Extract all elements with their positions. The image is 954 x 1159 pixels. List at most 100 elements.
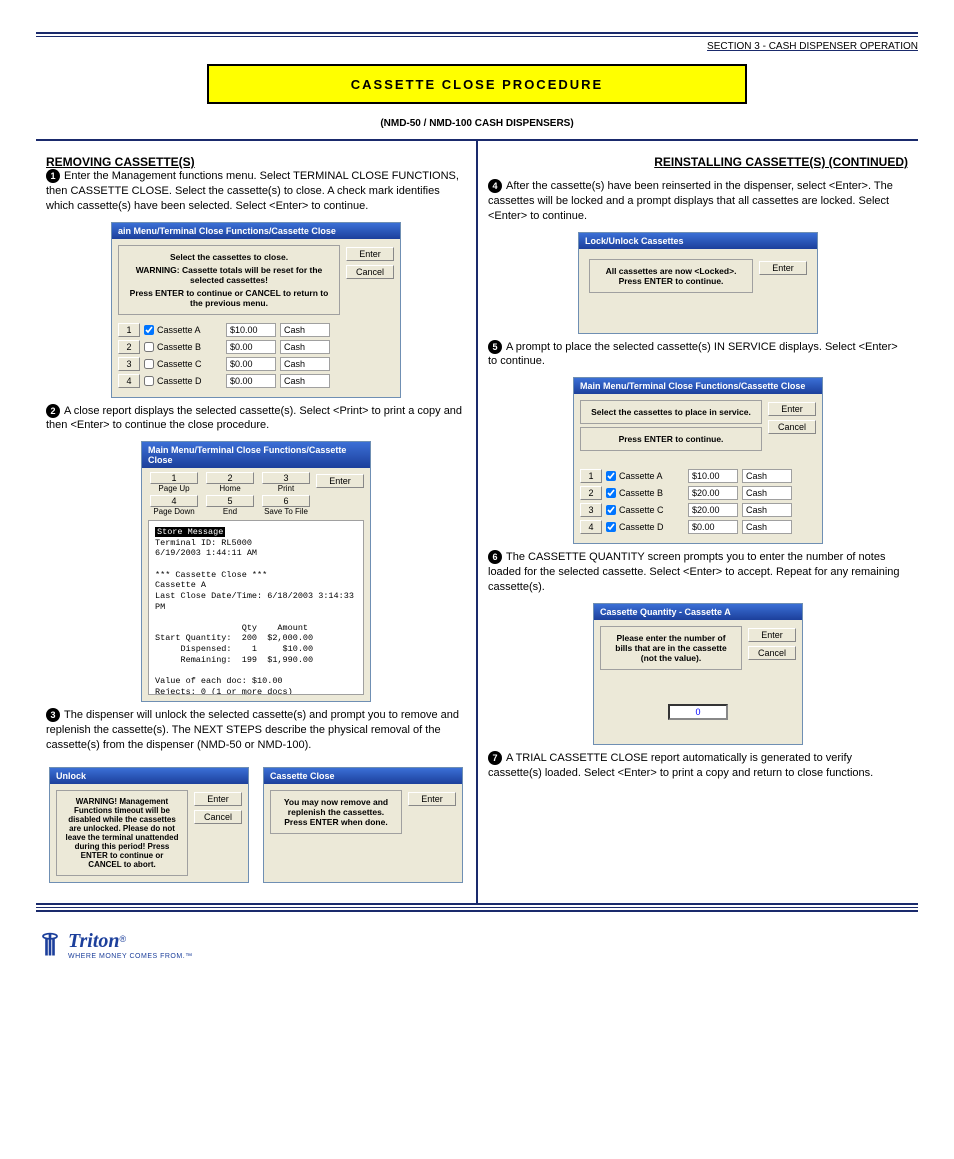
enter-button[interactable]: Enter (408, 792, 456, 806)
right-section-title: REINSTALLING CASSETTE(S) (CONTINUED) (488, 155, 908, 169)
dialog-msg: Select the cassettes to place in service… (580, 400, 762, 424)
row-selector[interactable]: 1 (118, 323, 140, 337)
row-selector[interactable]: 4 (118, 374, 140, 388)
row-selector[interactable]: 3 (118, 357, 140, 371)
cassette-row: 3 Cassette C $20.00 Cash (580, 503, 816, 517)
toolbar-key[interactable]: 5 (206, 495, 254, 507)
enter-button[interactable]: Enter (759, 261, 807, 275)
cassette-checkbox[interactable]: Cassette A (144, 325, 222, 335)
enter-button[interactable]: Enter (748, 628, 796, 642)
right-column: REINSTALLING CASSETTE(S) (CONTINUED) 4Af… (478, 141, 918, 903)
toolbar-label: Print (260, 484, 312, 493)
cassette-checkbox[interactable]: Cassette B (606, 488, 684, 498)
cassette-type: Cash (742, 486, 792, 500)
row-selector[interactable]: 2 (580, 486, 602, 500)
cassette-value: $20.00 (688, 486, 738, 500)
dialog-unlock: Unlock WARNING! Management Functions tim… (49, 767, 249, 883)
toolbar-key[interactable]: 4 (150, 495, 198, 507)
left-column: REMOVING CASSETTE(S) 1Enter the Manageme… (36, 141, 478, 903)
toolbar-key[interactable]: 1 (150, 472, 198, 484)
window-titlebar: Unlock (50, 768, 248, 784)
dialog-msg2: Press ENTER to continue or CANCEL to ret… (125, 288, 333, 308)
cassette-checkbox[interactable]: Cassette B (144, 342, 222, 352)
step-number-2: 2 (46, 404, 60, 418)
dialog-msg: WARNING! Management Functions timeout wi… (56, 790, 188, 876)
dialog-cassette-close-select: ain Menu/Terminal Close Functions/Casset… (111, 222, 401, 398)
cassette-type: Cash (280, 323, 330, 337)
toolbar-label: Home (204, 484, 256, 493)
step-4: 4After the cassette(s) have been reinser… (488, 179, 908, 224)
step-6: 6The CASSETTE QUANTITY screen prompts yo… (488, 550, 908, 595)
toolbar-key[interactable]: 3 (262, 472, 310, 484)
cassette-value: $20.00 (688, 503, 738, 517)
row-selector[interactable]: 3 (580, 503, 602, 517)
step-number-5: 5 (488, 340, 502, 354)
brand-name: Triton (68, 930, 120, 952)
window-titlebar: Cassette Quantity - Cassette A (594, 604, 802, 620)
cassette-type: Cash (742, 520, 792, 534)
dialog-msg: Select the cassettes to close. (125, 252, 333, 262)
enter-button[interactable]: Enter (316, 474, 364, 488)
page-footer: Triton® WHERE MONEY COMES FROM.™ (36, 930, 918, 960)
row-selector[interactable]: 4 (580, 520, 602, 534)
dialog-lock-cassettes: Lock/Unlock Cassettes All cassettes are … (578, 232, 818, 334)
toolbar-key[interactable]: 2 (206, 472, 254, 484)
cassette-value: $0.00 (688, 520, 738, 534)
top-rule (36, 32, 918, 37)
dialog-msg: All cassettes are now <Locked>. Press EN… (589, 259, 753, 293)
step-number-1: 1 (46, 169, 60, 183)
step-number-6: 6 (488, 550, 502, 564)
cassette-row: 2Cassette B$0.00Cash (118, 340, 394, 354)
cassette-checkbox[interactable]: Cassette C (606, 505, 684, 515)
dialog-place-in-service: Main Menu/Terminal Close Functions/Casse… (573, 377, 823, 544)
enter-button[interactable]: Enter (346, 247, 394, 261)
toolbar-label: Page Down (148, 507, 200, 516)
step-number-3: 3 (46, 708, 60, 722)
brand-logo: Triton® WHERE MONEY COMES FROM.™ (36, 930, 193, 960)
cancel-button[interactable]: Cancel (748, 646, 796, 660)
step-number-7: 7 (488, 751, 502, 765)
report-toolbar: 1Page Up 2Home 3Print Enter 4Page Down 5… (142, 468, 370, 520)
cancel-button[interactable]: Cancel (768, 420, 816, 434)
enter-button[interactable]: Enter (194, 792, 242, 806)
cassette-type: Cash (742, 469, 792, 483)
step-3: 3The dispenser will unlock the selected … (46, 708, 466, 753)
quantity-input[interactable] (668, 704, 728, 720)
cassette-value: $0.00 (226, 374, 276, 388)
enter-button[interactable]: Enter (768, 402, 816, 416)
step-1: 1Enter the Management functions menu. Se… (46, 169, 466, 214)
report-body: Terminal ID: RL5000 6/19/2003 1:44:11 AM… (155, 538, 354, 695)
cassette-type: Cash (280, 374, 330, 388)
cassette-checkbox[interactable]: Cassette C (144, 359, 222, 369)
window-titlebar: Main Menu/Terminal Close Functions/Casse… (574, 378, 822, 394)
window-titlebar: ain Menu/Terminal Close Functions/Casset… (112, 223, 400, 239)
dialog-warn: WARNING: Cassette totals will be reset f… (125, 265, 333, 285)
toolbar-label: Save To File (260, 507, 312, 516)
small-dialog-row: Unlock WARNING! Management Functions tim… (46, 761, 466, 889)
window-titlebar: Cassette Close (264, 768, 462, 784)
close-report-text: Store Message Terminal ID: RL5000 6/19/2… (148, 520, 364, 695)
cassette-row: 2 Cassette B $20.00 Cash (580, 486, 816, 500)
cassette-checkbox[interactable]: Cassette D (606, 522, 684, 532)
cassette-value: $0.00 (226, 357, 276, 371)
cancel-button[interactable]: Cancel (194, 810, 242, 824)
dialog-msg2: Press ENTER to continue. (580, 427, 762, 451)
banner-title: CASSETTE CLOSE PROCEDURE (207, 64, 747, 104)
dialog-msg: Please enter the number of bills that ar… (600, 626, 742, 670)
window-titlebar: Main Menu/Terminal Close Functions/Casse… (142, 442, 370, 468)
cassette-row: 1Cassette A$10.00Cash (118, 323, 394, 337)
dialog-msg: You may now remove and replenish the cas… (270, 790, 402, 834)
cassette-row: 4 Cassette D $0.00 Cash (580, 520, 816, 534)
dialog-close-report: Main Menu/Terminal Close Functions/Casse… (141, 441, 371, 702)
row-selector[interactable]: 2 (118, 340, 140, 354)
cassette-checkbox[interactable]: Cassette A (606, 471, 684, 481)
step-2: 2A close report displays the selected ca… (46, 404, 466, 434)
cassette-type: Cash (742, 503, 792, 517)
two-column-layout: REMOVING CASSETTE(S) 1Enter the Manageme… (36, 139, 918, 905)
toolbar-key[interactable]: 6 (262, 495, 310, 507)
cassette-checkbox[interactable]: Cassette D (144, 376, 222, 386)
cancel-button[interactable]: Cancel (346, 265, 394, 279)
row-selector[interactable]: 1 (580, 469, 602, 483)
cassette-value: $10.00 (688, 469, 738, 483)
toolbar-label: Page Up (148, 484, 200, 493)
